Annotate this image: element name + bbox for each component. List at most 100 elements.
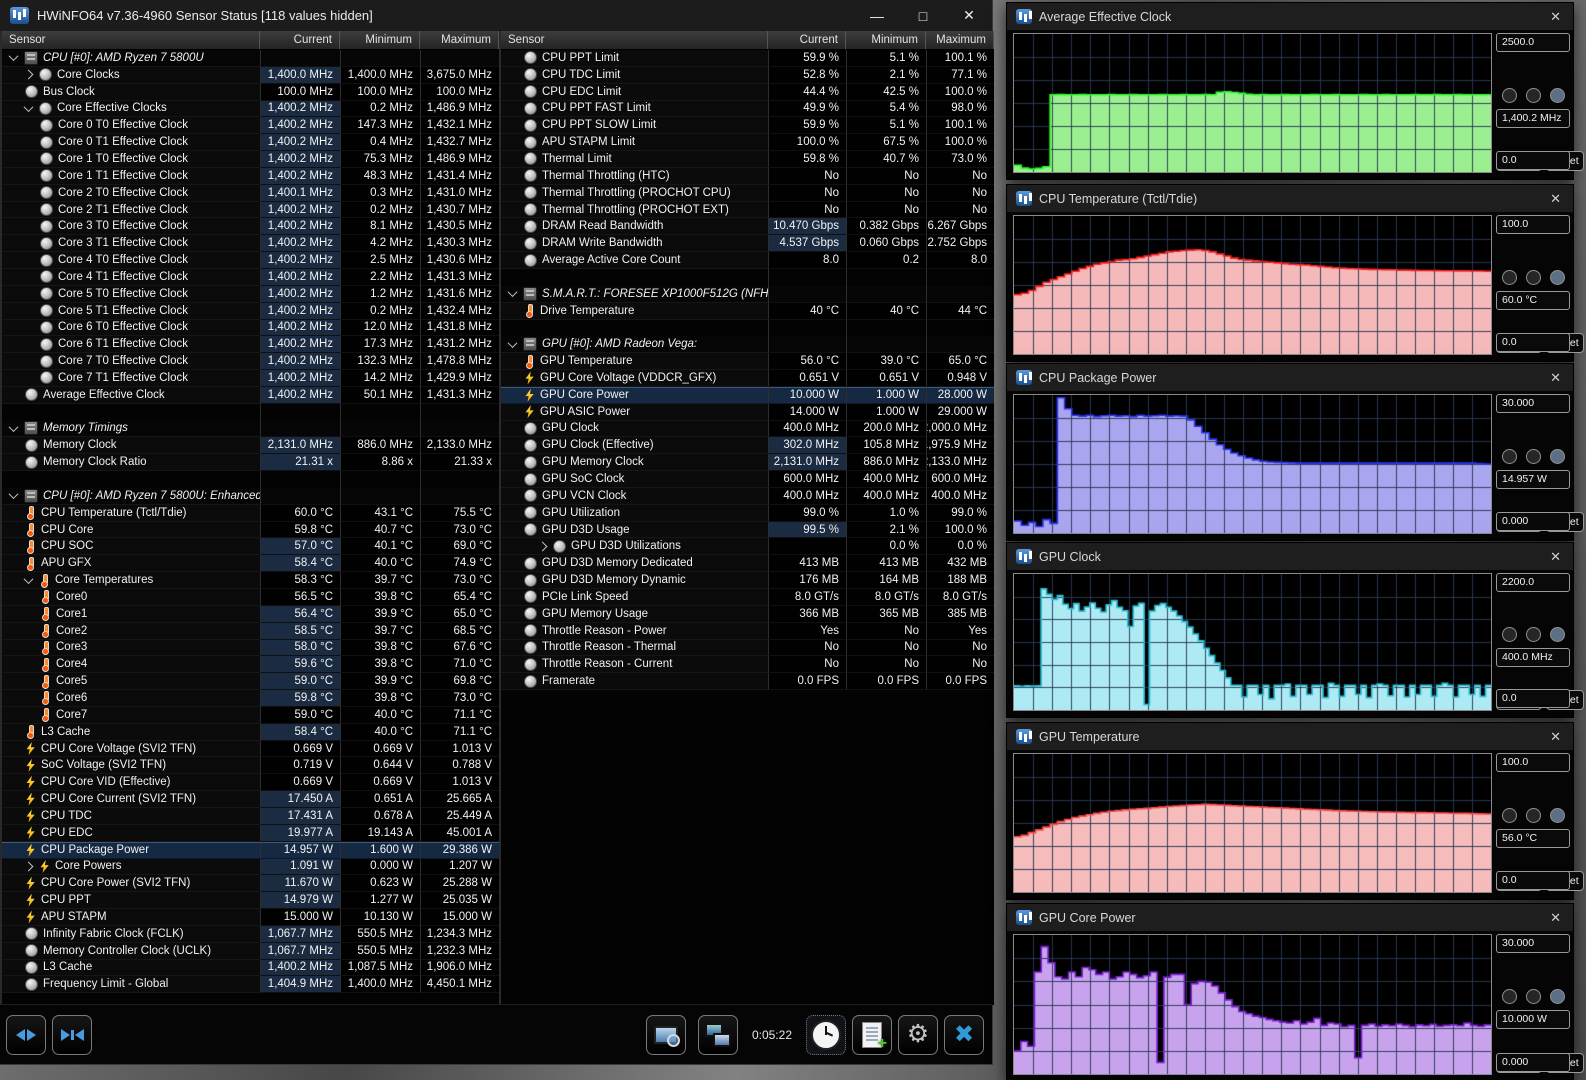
table-row[interactable]: CPU EDC Limit 44.4 % 42.5 % 100.0 % <box>501 83 994 101</box>
table-row[interactable]: Thermal Throttling (PROCHOT EXT) No No No <box>501 201 994 219</box>
table-row[interactable]: Core 1 T1 Effective Clock 1,400.2 MHz 48.3… <box>2 167 499 185</box>
table-row[interactable]: CPU Core Power (SVI2 TFN) 11.670 W 0.623 W… <box>2 875 499 893</box>
table-row[interactable]: Core4 59.6 °C 39.8 °C 71.0 °C <box>2 656 499 674</box>
table-row[interactable]: SoC Voltage (SVI2 TFN) 0.719 V 0.644 V 0.78… <box>2 757 499 775</box>
table-row[interactable]: GPU Temperature 56.0 °C 39.0 °C 65.0 °C <box>501 353 994 371</box>
table-row[interactable]: Core0 56.5 °C 39.8 °C 65.4 °C <box>2 589 499 606</box>
graph-title-bar[interactable]: GPU Core Power ✕ <box>1007 904 1573 931</box>
table-row[interactable]: Drive Temperature 40 °C 40 °C 44 °C <box>501 302 994 320</box>
graph-title-bar[interactable]: Average Effective Clock ✕ <box>1007 3 1573 30</box>
table-row[interactable]: Core 5 T1 Effective Clock 1,400.2 MHz 0.2 … <box>2 302 499 320</box>
table-row[interactable]: CPU Core Current (SVI2 TFN) 17.450 A 0.651… <box>2 791 499 808</box>
table-row[interactable]: Bus Clock 100.0 MHz 100.0 MHz 100.0 MHz <box>2 83 499 101</box>
quit-button[interactable]: ✖ <box>944 1014 984 1055</box>
color-swatch[interactable] <box>1550 989 1565 1005</box>
table-row[interactable]: GPU Core Voltage (VDDCR_GFX) 0.651 V 0.651… <box>501 370 994 387</box>
chevron-down-icon[interactable] <box>8 422 19 433</box>
scale-min-value[interactable]: 0.0 <box>1496 151 1570 170</box>
collapse-columns-button[interactable] <box>52 1014 92 1055</box>
table-row[interactable]: Thermal Limit 59.8 % 40.7 % 73.0 % <box>501 151 994 168</box>
table-row[interactable]: CPU SOC 57.0 °C 40.1 °C 69.0 °C <box>2 538 499 556</box>
column-header-current[interactable]: Current <box>768 31 846 49</box>
monitor-search-button[interactable] <box>645 1014 686 1055</box>
table-row[interactable]: Core3 58.0 °C 39.8 °C 67.6 °C <box>2 639 499 657</box>
table-row[interactable]: Framerate 0.0 FPS 0.0 FPS 0.0 FPS <box>501 673 994 691</box>
scale-max-value[interactable]: 2200.0 <box>1496 573 1570 592</box>
table-row[interactable]: L3 Cache 58.4 °C 40.0 °C 71.1 °C <box>2 723 499 741</box>
graph-close-button[interactable]: ✕ <box>1550 910 1561 926</box>
scale-max-value[interactable]: 30.000 <box>1496 394 1570 413</box>
table-row[interactable]: Core Temperatures 58.3 °C 39.7 °C 73.0 °C <box>2 572 499 589</box>
column-header-current[interactable]: Current <box>260 31 340 49</box>
chevron-right-icon[interactable] <box>537 541 548 552</box>
table-row[interactable]: Infinity Fabric Clock (FCLK) 1,067.7 MHz 5… <box>2 925 499 943</box>
table-row[interactable]: CPU Core 59.8 °C 40.7 °C 73.0 °C <box>2 521 499 539</box>
table-row[interactable]: GPU Clock (Effective) 302.0 MHz 105.8 MHz 1… <box>501 437 994 455</box>
table-row[interactable]: Core 3 T0 Effective Clock 1,400.2 MHz 8.1 … <box>2 218 499 236</box>
expand-columns-button[interactable] <box>6 1014 46 1055</box>
table-row[interactable]: Core1 56.4 °C 39.9 °C 65.0 °C <box>2 605 499 623</box>
table-row[interactable]: Core5 59.0 °C 39.9 °C 69.8 °C <box>2 673 499 691</box>
chevron-right-icon[interactable] <box>23 861 34 872</box>
table-row[interactable]: GPU D3D Utilizations 0.0 % 0.0 % <box>501 538 994 556</box>
table-row[interactable]: Average Effective Clock 1,400.2 MHz 50.1 M… <box>2 386 499 404</box>
table-row[interactable]: Throttle Reason - Current No No No <box>501 656 994 674</box>
table-row[interactable]: Core6 59.8 °C 39.8 °C 73.0 °C <box>2 690 499 707</box>
color-swatch[interactable] <box>1526 269 1541 285</box>
table-row[interactable]: S.M.A.R.T.: FORESEE XP1000F512G (NFH... <box>501 285 994 303</box>
table-row[interactable]: CPU Package Power 14.957 W 1.600 W 29.386 W <box>2 841 499 859</box>
color-swatch[interactable] <box>1526 627 1541 643</box>
report-button[interactable]: + <box>852 1014 892 1055</box>
table-row[interactable]: L3 Cache 1,400.2 MHz 1,087.5 MHz 1,906.0 MH… <box>2 959 499 977</box>
graph-close-button[interactable]: ✕ <box>1550 729 1561 745</box>
color-swatch[interactable] <box>1502 627 1517 643</box>
table-row[interactable]: GPU SoC Clock 600.0 MHz 400.0 MHz 600.0 MHz <box>501 471 994 488</box>
column-header-minimum[interactable]: Minimum <box>340 31 420 49</box>
scale-min-value[interactable]: 0.000 <box>1496 512 1570 531</box>
table-row[interactable]: Core2 58.5 °C 39.7 °C 68.5 °C <box>2 622 499 640</box>
table-row[interactable]: Core Powers 1.091 W 0.000 W 1.207 W <box>2 858 499 876</box>
clock-button[interactable] <box>806 1014 846 1055</box>
table-row[interactable]: Core 0 T1 Effective Clock 1,400.2 MHz 0.4 … <box>2 134 499 152</box>
table-row[interactable]: Core 3 T1 Effective Clock 1,400.2 MHz 4.2 … <box>2 235 499 253</box>
scale-max-value[interactable]: 100.0 <box>1496 753 1570 772</box>
minimize-button[interactable]: — <box>854 0 900 31</box>
table-row[interactable]: GPU VCN Clock 400.0 MHz 400.0 MHz 400.0 MHz <box>501 487 994 505</box>
table-row[interactable]: APU GFX 58.4 °C 40.0 °C 74.9 °C <box>2 555 499 573</box>
table-row[interactable]: Core7 59.0 °C 40.0 °C 71.1 °C <box>2 706 499 724</box>
scale-min-value[interactable]: 0.0 <box>1496 871 1570 890</box>
table-row[interactable]: Core 6 T0 Effective Clock 1,400.2 MHz 12.0… <box>2 319 499 337</box>
table-row[interactable]: Core 0 T0 Effective Clock 1,400.2 MHz 147.… <box>2 117 499 135</box>
color-swatch[interactable] <box>1526 87 1541 103</box>
table-row[interactable]: GPU Memory Clock 2,131.0 MHz 886.0 MHz 2,13… <box>501 454 994 472</box>
graph-close-button[interactable]: ✕ <box>1550 9 1561 25</box>
column-header-minimum[interactable]: Minimum <box>846 31 926 49</box>
table-row[interactable]: Memory Clock Ratio 21.31 x 8.86 x 21.33 x <box>2 454 499 472</box>
table-row[interactable]: Thermal Throttling (PROCHOT CPU) No No No <box>501 184 994 202</box>
table-row[interactable]: Throttle Reason - Thermal No No No <box>501 639 994 657</box>
close-button[interactable]: ✕ <box>946 0 992 31</box>
color-swatch[interactable] <box>1502 807 1517 823</box>
scale-max-value[interactable]: 100.0 <box>1496 215 1570 234</box>
column-header-sensor[interactable]: Sensor <box>2 31 260 49</box>
scale-max-value[interactable]: 2500.0 <box>1496 33 1570 52</box>
chevron-down-icon[interactable] <box>23 573 34 584</box>
table-row[interactable]: GPU Core Power 10.000 W 1.000 W 28.000 W <box>501 386 994 404</box>
table-row[interactable]: CPU EDC 19.977 A 19.143 A 45.001 A <box>2 824 499 842</box>
table-row[interactable]: GPU D3D Memory Dedicated 413 MB 413 MB 432 … <box>501 555 994 573</box>
table-row[interactable]: CPU PPT Limit 59.9 % 5.1 % 100.1 % <box>501 50 994 67</box>
table-row[interactable]: GPU D3D Memory Dynamic 176 MB 164 MB 188 MB <box>501 572 994 589</box>
table-row[interactable]: GPU Memory Usage 366 MB 365 MB 385 MB <box>501 605 994 623</box>
table-row[interactable]: CPU TDC Limit 52.8 % 2.1 % 77.1 % <box>501 66 994 84</box>
table-row[interactable]: Core 6 T1 Effective Clock 1,400.2 MHz 17.3… <box>2 336 499 354</box>
table-row[interactable]: Memory Timings <box>2 420 499 438</box>
table-row[interactable]: CPU PPT 14.979 W 1.277 W 25.035 W <box>2 892 499 910</box>
table-row[interactable]: CPU [#0]: AMD Ryzen 7 5800U <box>2 50 499 67</box>
table-row[interactable]: CPU Core Voltage (SVI2 TFN) 0.669 V 0.669 … <box>2 740 499 758</box>
table-row[interactable]: Core 2 T0 Effective Clock 1,400.1 MHz 0.3 … <box>2 184 499 202</box>
scale-min-value[interactable]: 0.0 <box>1496 689 1570 708</box>
table-row[interactable]: DRAM Write Bandwidth 4.537 Gbps 0.060 Gbps… <box>501 235 994 253</box>
graph-close-button[interactable]: ✕ <box>1550 370 1561 386</box>
settings-button[interactable]: ⚙ <box>898 1014 938 1055</box>
table-row[interactable]: Memory Clock 2,131.0 MHz 886.0 MHz 2,133.0 … <box>2 437 499 455</box>
